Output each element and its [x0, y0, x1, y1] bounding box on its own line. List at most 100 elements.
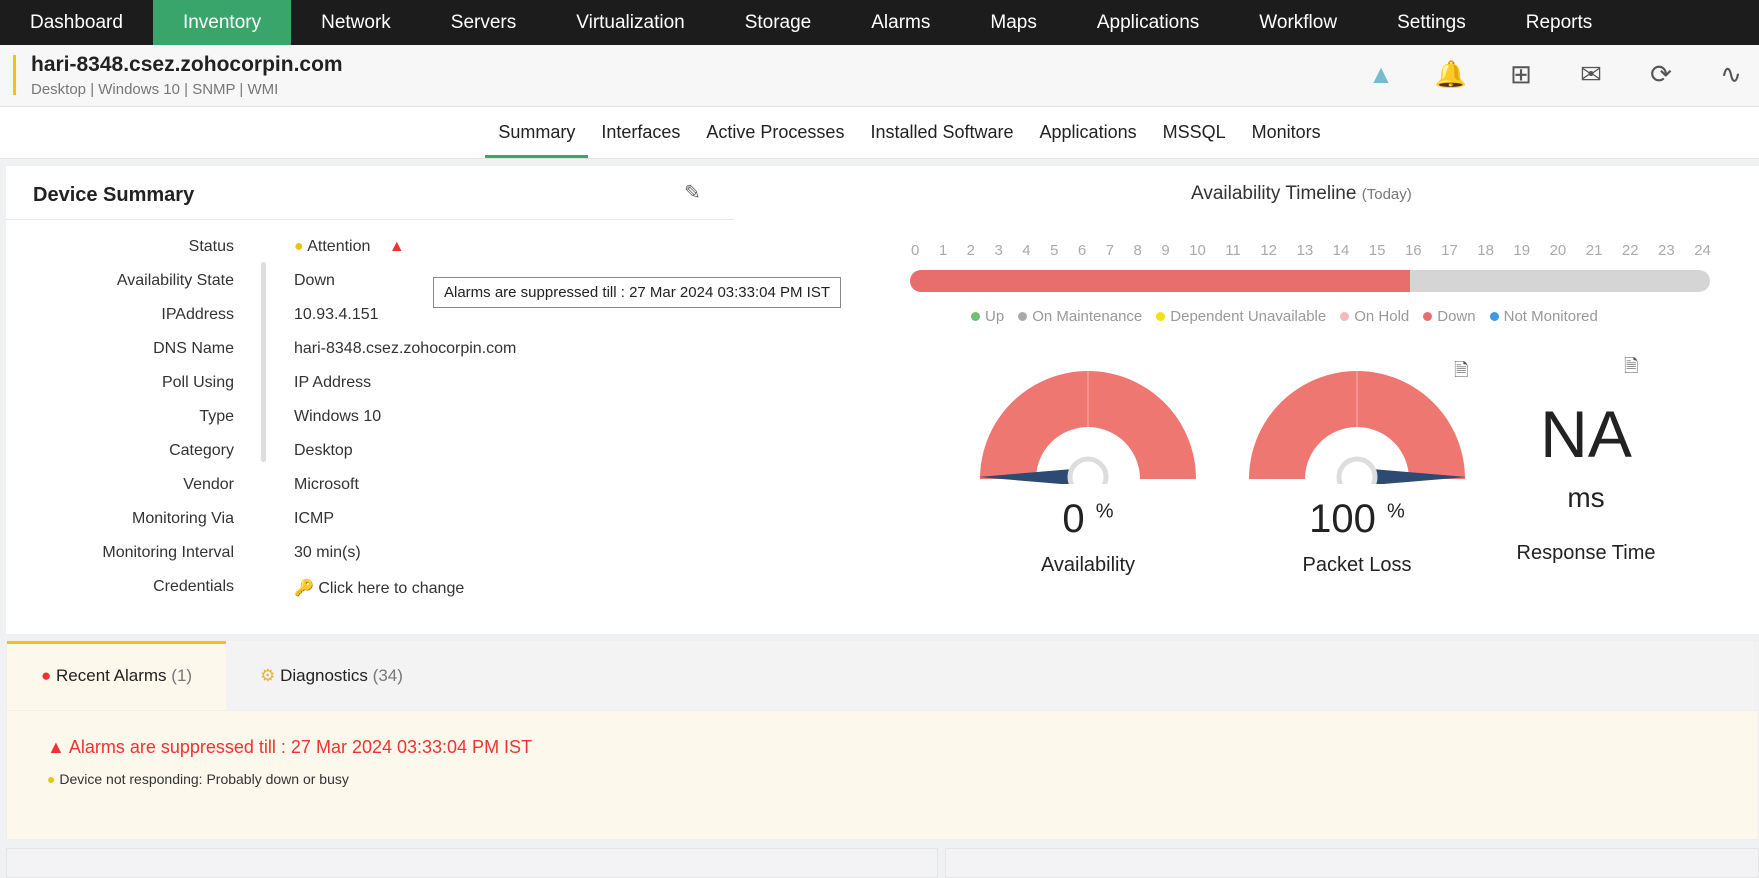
nav-reports[interactable]: Reports [1496, 0, 1623, 45]
scrollbar[interactable] [259, 244, 267, 616]
hour-tick: 11 [1225, 242, 1241, 259]
packet-loss-gauge: 100 % Packet Loss [1247, 369, 1467, 577]
tab-summary[interactable]: Summary [485, 107, 589, 158]
field-value[interactable]: 🔑 Click here to change [294, 578, 464, 598]
field-label: Availability State [116, 272, 234, 289]
field-label: Poll Using [161, 374, 234, 391]
graph-icon[interactable]: ▲ [1363, 59, 1399, 90]
summary-row: Monitoring Interval 30 min(s) [6, 544, 706, 574]
summary-row: Status ● Attention ▲ [6, 238, 706, 268]
alarm-message: ▲ Alarms are suppressed till : 27 Mar 20… [47, 737, 533, 757]
tab-applications[interactable]: Applications [1027, 107, 1150, 158]
hour-tick: 16 [1404, 242, 1422, 259]
nav-virtualization[interactable]: Virtualization [546, 0, 714, 45]
field-value: 10.93.4.151 [294, 306, 379, 323]
hour-tick: 2 [966, 242, 975, 259]
hour-tick: 1 [938, 242, 948, 259]
hour-tick: 7 [1105, 242, 1115, 259]
response-time: NA ms Response Time [1516, 397, 1656, 564]
device-name: hari-8348.csez.zohocorpin.com [31, 53, 343, 76]
device-header: hari-8348.csez.zohocorpin.com Desktop | … [0, 45, 1759, 107]
alarm-detail: ● Device not responding: Probably down o… [47, 771, 349, 787]
hour-tick: 0 [911, 242, 920, 259]
summary-row: Category Desktop [6, 442, 706, 472]
status-bar [13, 55, 16, 95]
summary-row: DNS Name hari-8348.csez.zohocorpin.com [6, 340, 706, 370]
tab-active-processes[interactable]: Active Processes [693, 107, 857, 158]
tooltip: Alarms are suppressed till : 27 Mar 2024… [433, 277, 842, 308]
field-label: Monitoring Via [132, 510, 234, 527]
path-icon[interactable]: ∿ [1713, 59, 1749, 90]
hour-tick: 20 [1549, 242, 1567, 259]
legend-item: Up [971, 308, 1004, 325]
hour-tick: 19 [1513, 242, 1531, 259]
mail-icon[interactable]: ✉ [1573, 59, 1609, 90]
tab-interfaces[interactable]: Interfaces [588, 107, 693, 158]
field-label: Credentials [153, 578, 234, 595]
alarms-panel: ● Recent Alarms (1) ⚙ Diagnostics (34) ▲… [6, 640, 1759, 840]
nav-storage[interactable]: Storage [715, 0, 842, 45]
tab-monitors[interactable]: Monitors [1239, 107, 1334, 158]
edit-icon[interactable]: ✎ [684, 180, 701, 205]
hour-tick: 14 [1332, 242, 1350, 259]
hour-tick: 9 [1161, 242, 1170, 259]
legend-item: On Hold [1340, 308, 1409, 325]
legend-item: Not Monitored [1489, 308, 1598, 325]
field-value: Windows 10 [294, 408, 382, 425]
hour-tick: 6 [1077, 242, 1087, 259]
suppressed-alarm-icon[interactable]: ▲ [389, 238, 405, 255]
field-label: Monitoring Interval [102, 544, 234, 561]
hour-tick: 18 [1477, 242, 1494, 259]
nav-servers[interactable]: Servers [421, 0, 546, 45]
attention-icon: ● [294, 238, 304, 255]
summary-row: Monitoring Via ICMP [6, 510, 706, 540]
field-value: ICMP [294, 510, 334, 527]
hour-tick: 21 [1585, 242, 1603, 259]
legend-item: Dependent Unavailable [1156, 308, 1326, 325]
tab-installed-software[interactable]: Installed Software [857, 107, 1026, 158]
hour-tick: 3 [994, 242, 1003, 259]
warning-icon: ● [47, 771, 56, 787]
workflow-icon[interactable]: ⊞ [1503, 59, 1539, 90]
hour-tick: 22 [1621, 242, 1639, 259]
hour-tick: 24 [1694, 242, 1711, 259]
tab-mssql[interactable]: MSSQL [1150, 107, 1239, 158]
field-label: Vendor [183, 476, 234, 493]
legend-item: On Maintenance [1018, 308, 1142, 325]
hour-tick: 5 [1050, 242, 1059, 259]
field-label: IPAddress [161, 306, 234, 323]
nav-settings[interactable]: Settings [1367, 0, 1496, 45]
field-value: IP Address [294, 374, 372, 391]
top-nav: Dashboard Inventory Network Servers Virtuali… [0, 0, 1759, 45]
hour-tick: 8 [1133, 242, 1142, 259]
device-subtitle: Desktop | Windows 10 | SNMP | WMI [31, 81, 279, 98]
legend-item: Down [1423, 308, 1476, 325]
hour-tick: 10 [1189, 242, 1206, 259]
field-label: Status [188, 238, 234, 255]
nav-inventory[interactable]: Inventory [152, 0, 292, 45]
key-icon: 🔑 [294, 580, 314, 597]
field-value: Microsoft [294, 476, 359, 493]
report-icon[interactable]: 🗎 [1624, 354, 1638, 384]
bottom-right-panel [945, 848, 1759, 878]
device-tabs: Summary Interfaces Active Processes Install… [0, 107, 1759, 159]
nav-maps[interactable]: Maps [960, 0, 1066, 45]
tab-diagnostics[interactable]: ⚙ Diagnostics (34) [226, 641, 437, 710]
suppressed-icon: ▲ [47, 737, 65, 757]
hour-tick: 4 [1022, 242, 1031, 259]
nav-network[interactable]: Network [291, 0, 421, 45]
nav-dashboard[interactable]: Dashboard [0, 0, 153, 45]
nav-alarms[interactable]: Alarms [841, 0, 960, 45]
hour-tick: 17 [1441, 242, 1458, 259]
loop-icon[interactable]: ⟳ [1643, 59, 1679, 90]
availability-timeline-bar [910, 270, 1710, 292]
nav-applications[interactable]: Applications [1067, 0, 1229, 45]
alarm-bell-icon[interactable]: 🔔 [1433, 59, 1469, 90]
field-label: Type [199, 408, 234, 425]
nav-workflow[interactable]: Workflow [1229, 0, 1367, 45]
availability-gauge: 0 % Availability [978, 369, 1198, 577]
device-summary-title: Device Summary [33, 184, 195, 206]
tab-recent-alarms[interactable]: ● Recent Alarms (1) [7, 641, 227, 710]
field-value: Down [294, 272, 335, 289]
hour-tick: 13 [1296, 242, 1314, 259]
